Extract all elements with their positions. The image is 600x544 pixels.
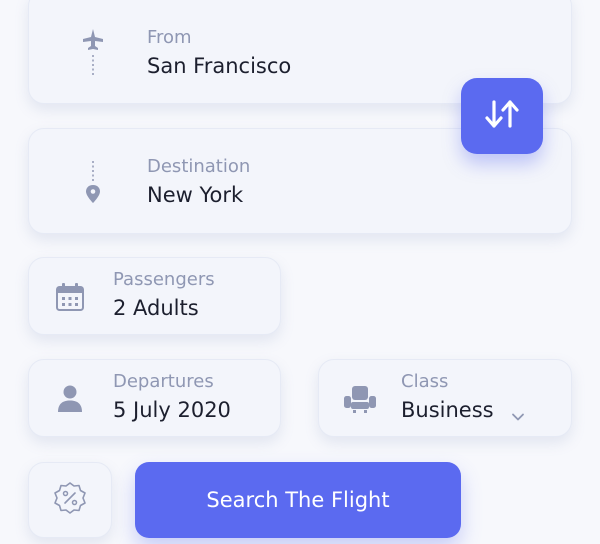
search-flight-button[interactable]: Search The Flight bbox=[135, 462, 461, 538]
promo-code-button[interactable] bbox=[28, 462, 112, 538]
search-flight-label: Search The Flight bbox=[206, 488, 390, 512]
passengers-label: Passengers bbox=[113, 269, 215, 290]
chevron-down-icon[interactable] bbox=[511, 407, 525, 426]
passengers-field[interactable]: Passengers 2 Adults bbox=[28, 257, 281, 335]
seat-icon bbox=[343, 384, 377, 418]
discount-badge-icon bbox=[53, 481, 87, 519]
class-label: Class bbox=[401, 371, 449, 392]
departures-value: 5 July 2020 bbox=[113, 398, 231, 422]
departures-field[interactable]: Departures 5 July 2020 bbox=[28, 359, 281, 437]
class-select[interactable]: Class Business bbox=[318, 359, 572, 437]
person-icon bbox=[57, 384, 83, 418]
destination-label: Destination bbox=[147, 156, 251, 177]
swap-arrows-icon bbox=[482, 96, 522, 136]
swap-button[interactable] bbox=[461, 78, 543, 154]
location-pin-icon bbox=[82, 159, 104, 209]
destination-value: New York bbox=[147, 183, 244, 207]
from-label: From bbox=[147, 27, 192, 48]
class-value: Business bbox=[401, 398, 494, 422]
passengers-value: 2 Adults bbox=[113, 296, 199, 320]
departures-label: Departures bbox=[113, 371, 214, 392]
from-value: San Francisco bbox=[147, 54, 292, 78]
plane-icon bbox=[81, 27, 105, 81]
calendar-icon bbox=[55, 282, 85, 316]
